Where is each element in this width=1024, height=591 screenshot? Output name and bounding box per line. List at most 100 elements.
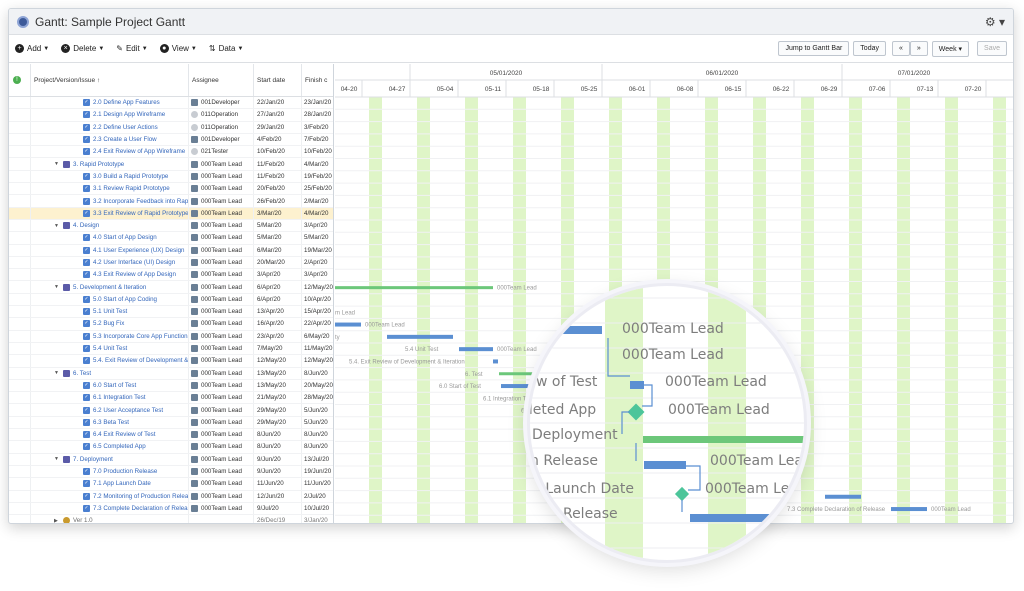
issue-link[interactable]: 2.0 Define App Features	[93, 99, 160, 106]
issue-link[interactable]: 3.3 Exit Review of Rapid Prototype	[93, 210, 188, 217]
today-button[interactable]: Today	[853, 41, 886, 56]
table-row[interactable]: ✓ 3.1 Review Rapid Prototype 000Team Lead 2…	[9, 183, 333, 196]
issue-link[interactable]: 2.3 Create a User Flow	[93, 136, 157, 143]
expand-toggle-icon[interactable]: ▼	[54, 161, 63, 167]
table-row[interactable]: ✓ 6.5 Completed App 000Team Lead 8/Jun/20 8/…	[9, 441, 333, 454]
jump-to-gantt-bar-button[interactable]: Jump to Gantt Bar	[778, 41, 850, 56]
table-row[interactable]: ▶ Ver 1.0 26/Dec/19 3/Jan/20	[9, 515, 333, 523]
table-row[interactable]: ✓ 4.1 User Experience (UX) Design 000Team …	[9, 244, 333, 257]
expand-toggle-icon[interactable]: ▶	[54, 518, 63, 523]
expand-toggle-icon[interactable]: ▼	[54, 370, 63, 376]
table-row[interactable]: ✓ 2.2 Define User Actions 011Operation 29/J…	[9, 121, 333, 134]
table-row[interactable]: ✓ 5.3 Incorporate Core App Functiona... 00…	[9, 330, 333, 343]
table-row[interactable]: ✓ 7.3 Complete Declaration of Release 000T…	[9, 502, 333, 516]
data-menu-button[interactable]: ⇅ Data ▼	[209, 44, 244, 53]
expand-toggle-icon[interactable]: ▼	[54, 223, 63, 229]
task-checkbox-icon: ✓	[83, 271, 90, 279]
table-row[interactable]: ✓ 5.2 Bug Fix 000Team Lead 16/Apr/20 22/Apr/…	[9, 318, 333, 331]
table-row[interactable]: ✓ 3.3 Exit Review of Rapid Prototype 000Te…	[9, 207, 333, 220]
issue-link[interactable]: 3. Rapid Prototype	[73, 161, 124, 168]
issue-link[interactable]: 5.0 Start of App Coding	[93, 296, 157, 303]
table-row[interactable]: ✓ 5.1 Unit Test 000Team Lead 13/Apr/20 15/Ap…	[9, 306, 333, 319]
issue-column-header[interactable]: Project/Version/Issue ↑	[31, 64, 189, 96]
add-menu-button[interactable]: + Add ▼	[15, 44, 49, 53]
issue-link[interactable]: 3.2 Incorporate Feedback into Rapi...	[93, 198, 188, 205]
table-row[interactable]: ✓ 2.1 Design App Wireframe 011Operation 27/…	[9, 109, 333, 122]
scale-select[interactable]: Week ▾	[931, 40, 970, 57]
table-row[interactable]: ✓ 7.0 Production Release 000Team Lead 9/Jun…	[9, 465, 333, 479]
save-button[interactable]: Save	[977, 41, 1007, 56]
issue-link[interactable]: 4.2 User Interface (UI) Design	[93, 259, 175, 266]
edit-menu-button[interactable]: ✎ Edit ▼	[116, 44, 147, 53]
table-row[interactable]: ✓ 4.3 Exit Review of App Design 000Team Le…	[9, 269, 333, 282]
expand-toggle-icon[interactable]: ▼	[54, 456, 63, 462]
issue-link[interactable]: Ver 1.0	[73, 517, 93, 523]
issue-link[interactable]: 5.4 Unit Test	[93, 345, 127, 352]
issue-link[interactable]: 5.3 Incorporate Core App Functiona...	[93, 333, 188, 340]
table-row[interactable]: ✓ 5.4. Exit Review of Development & I... 0…	[9, 355, 333, 368]
table-row[interactable]: ✓ 7.2 Monitoring of Production Release 000…	[9, 490, 333, 503]
issue-link[interactable]: 7. Deployment	[73, 456, 113, 463]
finish-date: 7/Feb/20	[304, 136, 329, 144]
table-row[interactable]: ▼ 3. Rapid Prototype 000Team Lead 11/Feb/20…	[9, 158, 333, 171]
table-row[interactable]: ✓ 2.3 Create a User Flow 001Developer 4/Feb…	[9, 133, 333, 147]
issue-link[interactable]: 7.3 Complete Declaration of Release	[93, 505, 188, 512]
table-row[interactable]: ✓ 3.2 Incorporate Feedback into Rapi... 00…	[9, 195, 333, 208]
issue-link[interactable]: 6.0 Start of Test	[93, 382, 136, 389]
task-bar	[825, 494, 861, 499]
issue-link[interactable]: 3.1 Review Rapid Prototype	[93, 185, 170, 192]
table-row[interactable]: ▼ 7. Deployment 000Team Lead 9/Jun/20 13/Jul…	[9, 453, 333, 466]
expand-toggle-icon[interactable]: ▼	[54, 284, 63, 290]
table-row[interactable]: ✓ 2.4 Exit Review of App Wireframe 021Test…	[9, 146, 333, 159]
issue-link[interactable]: 6.2 User Acceptance Test	[93, 407, 163, 414]
table-row[interactable]: ▼ 4. Design 000Team Lead 5/Mar/20 3/Apr/20	[9, 219, 333, 233]
issue-link[interactable]: 2.1 Design App Wireframe	[93, 111, 165, 118]
issue-link[interactable]: 7.0 Production Release	[93, 468, 157, 475]
issue-link[interactable]: 7.1 App Launch Date	[93, 480, 151, 487]
issue-link[interactable]: 4.0 Start of App Design	[93, 234, 157, 241]
assignee-name: 000Team Lead	[201, 308, 242, 316]
start-date-column-header[interactable]: Start date	[254, 64, 302, 96]
table-row[interactable]: ✓ 6.1 Integration Test 000Team Lead 21/May/…	[9, 392, 333, 405]
table-row[interactable]: ✓ 5.4 Unit Test 000Team Lead 7/May/20 11/May…	[9, 342, 333, 356]
table-row[interactable]: ✓ 6.4 Exit Review of Test 000Team Lead 8/Ju…	[9, 429, 333, 442]
finish-date-cell: 23/Jan/20	[302, 97, 333, 108]
table-row[interactable]: ✓ 2.0 Define App Features 001Developer 22/J…	[9, 97, 333, 110]
issue-link[interactable]: 4.1 User Experience (UX) Design	[93, 247, 184, 254]
gear-menu-icon[interactable]: ⚙ ▾	[985, 15, 1005, 29]
issue-link[interactable]: 2.4 Exit Review of App Wireframe	[93, 148, 185, 155]
issue-link[interactable]: 2.2 Define User Actions	[93, 124, 158, 131]
issue-link[interactable]: 5.2 Bug Fix	[93, 320, 124, 327]
table-row[interactable]: ✓ 4.0 Start of App Design 000Team Lead 5/Ma…	[9, 232, 333, 245]
finish-date-column-header[interactable]: Finish c	[302, 64, 333, 96]
table-row[interactable]: ▼ 5. Development & Iteration 000Team Lead 6…	[9, 281, 333, 294]
issue-link[interactable]: 3.0 Build a Rapid Prototype	[93, 173, 168, 180]
table-row[interactable]: ✓ 5.0 Start of App Coding 000Team Lead 6/Ap…	[9, 293, 333, 307]
table-row[interactable]: ✓ 4.2 User Interface (UI) Design 000Team L…	[9, 256, 333, 270]
view-menu-button[interactable]: ● View ▼	[159, 44, 197, 53]
issue-link[interactable]: 4. Design	[73, 222, 99, 229]
issue-link[interactable]: 4.3 Exit Review of App Design	[93, 271, 176, 278]
table-row[interactable]: ▼ 6. Test 000Team Lead 13/May/20 8/Jun/20	[9, 367, 333, 380]
issue-link[interactable]: 5. Development & Iteration	[73, 284, 146, 291]
issue-link[interactable]: 5.1 Unit Test	[93, 308, 127, 315]
delete-menu-button[interactable]: × Delete ▼	[61, 44, 104, 53]
table-row[interactable]: ✓ 3.0 Build a Rapid Prototype 000Team Lead…	[9, 170, 333, 184]
finish-date: 5/Jun/20	[304, 418, 328, 426]
table-row[interactable]: ✓ 7.1 App Launch Date 000Team Lead 11/Jun/2…	[9, 478, 333, 491]
assignee-column-header[interactable]: Assignee	[189, 64, 254, 96]
start-date: 23/Apr/20	[257, 332, 284, 340]
table-row[interactable]: ✓ 6.0 Start of Test 000Team Lead 13/May/20 2…	[9, 379, 333, 393]
issue-cell: ▼ 4. Design	[31, 219, 189, 232]
issue-link[interactable]: 6. Test	[73, 370, 91, 377]
issue-link[interactable]: 6.1 Integration Test	[93, 394, 146, 401]
issue-link[interactable]: 6.4 Exit Review of Test	[93, 431, 155, 438]
issue-link[interactable]: 6.5 Completed App	[93, 443, 146, 450]
next-button[interactable]: »	[909, 41, 928, 56]
table-row[interactable]: ✓ 6.2 User Acceptance Test 000Team Lead 29/…	[9, 404, 333, 417]
issue-link[interactable]: 5.4. Exit Review of Development & I...	[93, 357, 188, 364]
table-row[interactable]: ✓ 6.3 Beta Test 000Team Lead 29/May/20 5/Jun…	[9, 416, 333, 430]
issue-link[interactable]: 7.2 Monitoring of Production Release	[93, 493, 188, 500]
issue-link[interactable]: 6.3 Beta Test	[93, 419, 129, 426]
prev-button[interactable]: «	[891, 41, 910, 56]
